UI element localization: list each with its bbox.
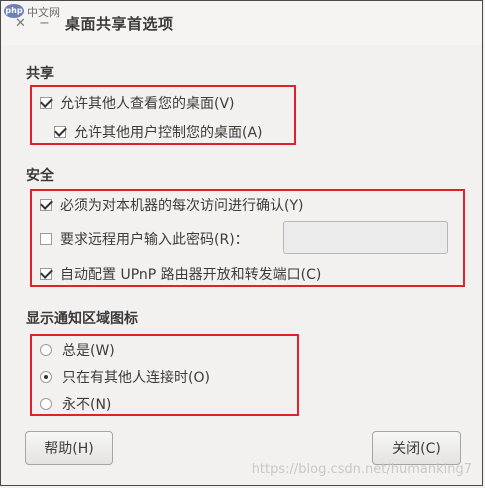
notify-always-option[interactable]: 总是(W) bbox=[40, 340, 115, 360]
upnp-label: 自动配置 UPnP 路由器开放和转发端口(C) bbox=[60, 267, 322, 283]
notify-never-radio[interactable] bbox=[40, 398, 52, 410]
require-password-checkbox[interactable] bbox=[40, 233, 52, 245]
allow-view-checkbox[interactable] bbox=[40, 97, 52, 109]
notify-never-option[interactable]: 永不(N) bbox=[40, 394, 111, 414]
require-password-label: 要求远程用户输入此密码(R)： bbox=[60, 232, 249, 248]
password-input[interactable] bbox=[283, 221, 448, 254]
site-logo: php 中文网 bbox=[1, 1, 63, 23]
notify-always-label: 总是(W) bbox=[62, 343, 115, 359]
allow-control-option[interactable]: 允许其他用户控制您的桌面(A) bbox=[54, 122, 263, 142]
notification-section-title: 显示通知区域图标 bbox=[26, 311, 138, 327]
notify-when-connected-radio[interactable] bbox=[40, 371, 52, 383]
confirm-access-option[interactable]: 必须为对本机器的每次访问进行确认(Y) bbox=[40, 195, 303, 215]
confirm-access-label: 必须为对本机器的每次访问进行确认(Y) bbox=[60, 198, 304, 214]
notify-when-connected-label: 只在有其他人连接时(O) bbox=[62, 370, 210, 386]
upnp-option[interactable]: 自动配置 UPnP 路由器开放和转发端口(C) bbox=[40, 264, 321, 284]
allow-view-option[interactable]: 允许其他人查看您的桌面(V) bbox=[40, 93, 235, 113]
preferences-window: php 中文网 ✕ − 桌面共享首选项 共享 允许其他人查看您的桌面(V) 允许… bbox=[0, 0, 483, 486]
close-button[interactable]: 关闭(C) bbox=[372, 431, 461, 465]
minimize-window-icon[interactable]: − bbox=[39, 16, 50, 31]
window-title: 桌面共享首选项 bbox=[65, 15, 174, 33]
watermark-text: https://blog.csdn.net/humanking7 bbox=[251, 462, 472, 477]
title-bar: php 中文网 ✕ − 桌面共享首选项 bbox=[1, 1, 482, 45]
help-button[interactable]: 帮助(H) bbox=[25, 431, 113, 465]
require-password-option[interactable]: 要求远程用户输入此密码(R)： bbox=[40, 229, 249, 249]
notify-never-label: 永不(N) bbox=[62, 397, 112, 413]
security-section-title: 安全 bbox=[26, 168, 54, 184]
allow-view-label: 允许其他人查看您的桌面(V) bbox=[60, 96, 235, 112]
notify-when-connected-option[interactable]: 只在有其他人连接时(O) bbox=[40, 367, 210, 387]
allow-control-checkbox[interactable] bbox=[54, 126, 66, 138]
upnp-checkbox[interactable] bbox=[40, 268, 52, 280]
sharing-section-title: 共享 bbox=[26, 66, 54, 82]
notify-always-radio[interactable] bbox=[40, 344, 52, 356]
confirm-access-checkbox[interactable] bbox=[40, 199, 52, 211]
allow-control-label: 允许其他用户控制您的桌面(A) bbox=[74, 125, 263, 141]
close-window-icon[interactable]: ✕ bbox=[15, 16, 26, 31]
